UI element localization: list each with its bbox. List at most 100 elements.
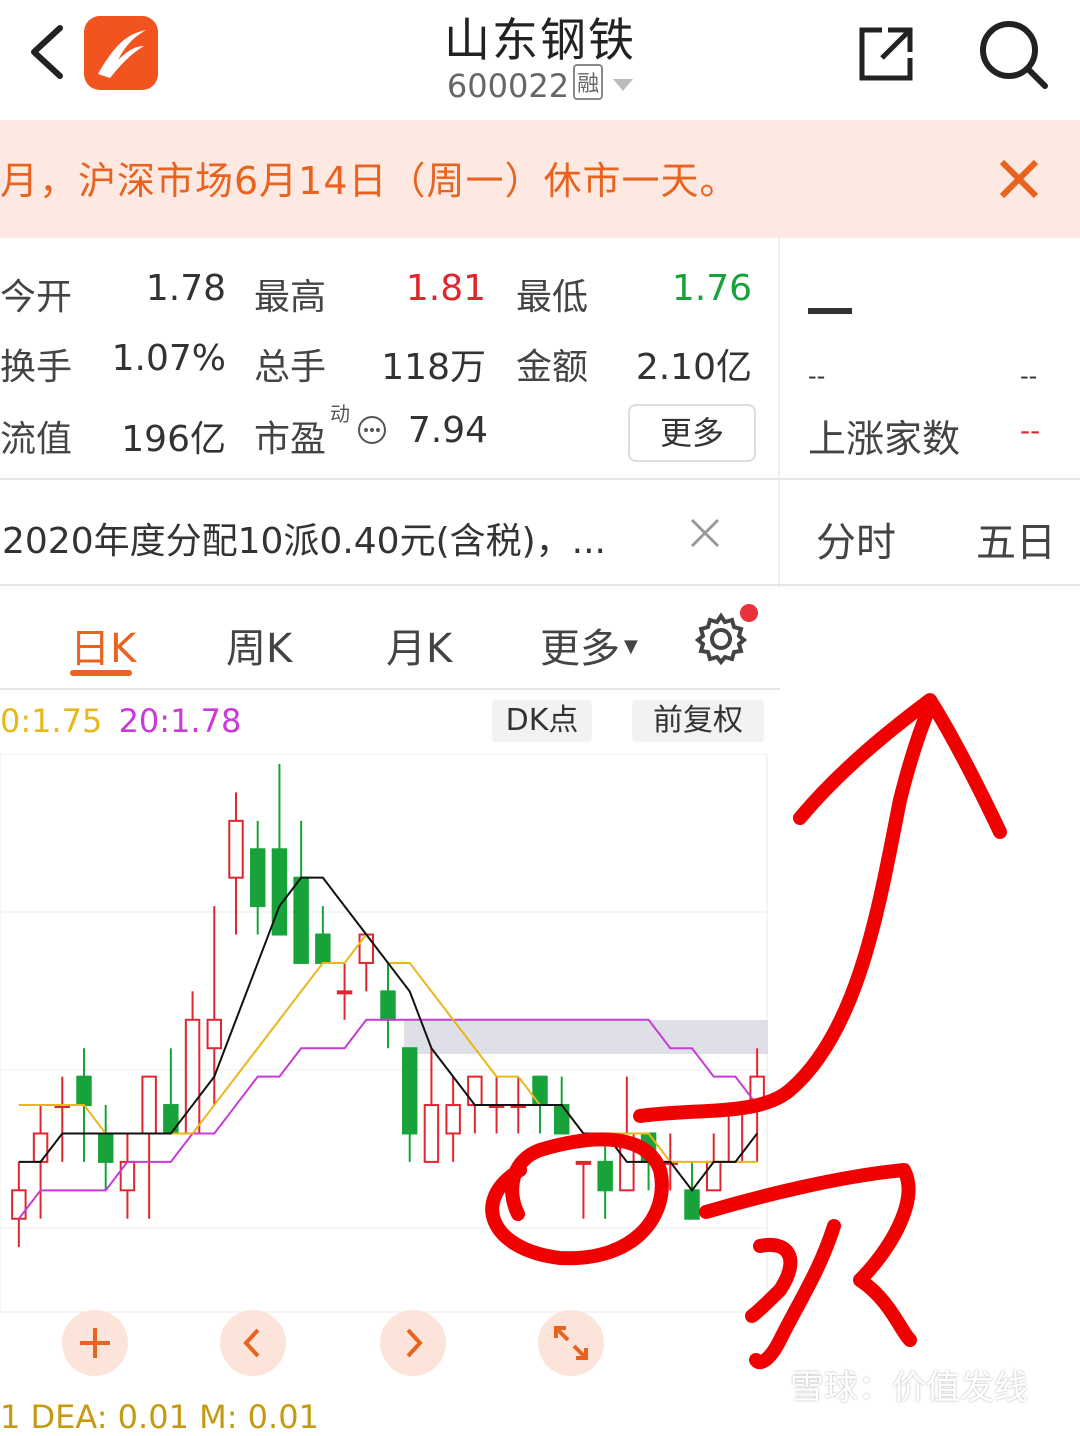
close-icon[interactable]: [994, 154, 1044, 204]
candle-body: [749, 1075, 765, 1107]
float-mv-value: 196亿: [121, 419, 226, 460]
index-percent-placeholder: --: [1020, 362, 1038, 390]
pe-value: 7.94: [407, 410, 488, 451]
candle-body: [293, 876, 309, 964]
ma20-value: 20:1.78: [118, 702, 242, 740]
app-logo-icon[interactable]: [84, 16, 158, 90]
macd-indicator-row: 1 DEA: 0.01 M: 0.01: [0, 1398, 319, 1436]
high-value: 1.81: [405, 268, 486, 309]
candle-body: [11, 1189, 27, 1220]
caret-down-icon: ▼: [624, 636, 638, 657]
share-icon[interactable]: [856, 24, 916, 84]
tab-five-day[interactable]: 五日: [976, 510, 1056, 568]
candle-body: [705, 1160, 722, 1192]
dividend-notice[interactable]: 2020年度分配10派0.40元(含税)，...: [2, 512, 606, 564]
candle-body: [597, 1160, 613, 1192]
candle-body: [445, 1104, 461, 1135]
amount-value: 2.10亿: [635, 347, 752, 388]
divider: [780, 478, 1080, 480]
rising-count-label: 上涨家数: [808, 417, 961, 461]
index-change-placeholder: --: [808, 362, 826, 390]
candle-body: [163, 1104, 179, 1135]
turnover-value: 1.07%: [111, 338, 226, 379]
candle-body: [553, 1104, 570, 1135]
plus-icon: [80, 1328, 110, 1358]
price-zone-band: [404, 1020, 768, 1054]
stock-name: 山东钢铁: [444, 13, 636, 67]
more-button[interactable]: 更多: [628, 404, 756, 462]
pe-label: 市盈: [254, 419, 327, 460]
tab-day-k[interactable]: 日K: [70, 616, 136, 674]
candle-body: [119, 1160, 136, 1192]
candle-body: [575, 1160, 592, 1165]
tab-more[interactable]: 更多 ▼: [540, 616, 638, 674]
open-label: 今开: [0, 277, 73, 318]
divider: [0, 584, 1080, 586]
tab-week-k[interactable]: 周K: [226, 616, 292, 674]
ma10-value: 0:1.75: [0, 702, 103, 740]
notice-text: 月，沪深市场6月14日（周一）休市一天。: [0, 159, 739, 203]
open-value: 1.78: [145, 268, 226, 309]
chevron-right-icon: [406, 1328, 423, 1358]
pe-dynamic-mark: 动: [330, 402, 350, 426]
close-icon[interactable]: [688, 516, 722, 550]
stock-code: 600022: [446, 67, 570, 105]
candle-body: [358, 933, 375, 964]
chevron-down-icon: [613, 79, 634, 91]
zoom-in-button[interactable]: [62, 1310, 128, 1376]
candle-body: [141, 1075, 157, 1135]
volume-value: 118万: [381, 347, 486, 388]
candle-body: [640, 1132, 657, 1163]
amount-label: 金额: [516, 347, 589, 388]
arrow-head: [793, 693, 1007, 839]
ma-legend: 0:1.75 20:1.78: [0, 702, 241, 740]
dk-point-button[interactable]: DK点: [492, 700, 592, 742]
tab-month-k[interactable]: 月K: [386, 616, 452, 674]
tab-intraday[interactable]: 分时: [816, 510, 896, 568]
panel-divider: [778, 238, 780, 588]
low-value: 1.76: [671, 268, 752, 309]
turnover-label: 换手: [0, 347, 73, 388]
stock-code-row[interactable]: 600022 融: [340, 64, 740, 105]
low-label: 最低: [516, 277, 589, 318]
fullscreen-button[interactable]: [538, 1310, 604, 1376]
divider: [0, 688, 780, 690]
more-dots-icon[interactable]: [356, 414, 388, 446]
candle-body: [271, 848, 288, 936]
high-label: 最高: [254, 277, 327, 318]
adjust-button[interactable]: 前复权: [632, 700, 764, 742]
candle-body: [184, 1018, 201, 1135]
candle-body: [684, 1189, 700, 1220]
kline-chart[interactable]: [0, 754, 768, 1314]
divider: [0, 478, 780, 480]
margin-badge: 融: [573, 64, 604, 100]
candle-body: [532, 1075, 548, 1107]
gear-icon[interactable]: [694, 612, 748, 666]
candle-body: [380, 990, 396, 1021]
candle-body: [228, 819, 244, 879]
search-icon[interactable]: [975, 18, 1051, 90]
candle-body: [249, 848, 266, 908]
back-arrow-icon[interactable]: [22, 22, 72, 82]
volume-label: 总手: [254, 347, 327, 388]
watermark: 雪球：价值发线: [790, 1368, 1028, 1408]
index-price-placeholder: [808, 308, 852, 314]
scroll-right-button[interactable]: [380, 1310, 446, 1376]
scroll-left-button[interactable]: [220, 1310, 286, 1376]
candle-body: [423, 1104, 440, 1163]
candle-body: [401, 1047, 418, 1135]
candle-body: [727, 1104, 744, 1163]
candle-body: [76, 1075, 92, 1107]
candle-body: [315, 933, 331, 964]
tab-more-label: 更多: [540, 626, 620, 672]
candle-body: [206, 1018, 223, 1050]
candle-body: [467, 1075, 483, 1107]
candle-body: [336, 990, 353, 995]
rising-count-value: --: [1020, 414, 1041, 447]
active-tab-indicator: [70, 670, 132, 676]
candle-body: [32, 1132, 49, 1163]
float-mv-label: 流值: [0, 419, 73, 460]
chevron-left-icon: [243, 1328, 260, 1358]
candle-body: [97, 1132, 114, 1163]
notification-dot: [740, 604, 758, 622]
